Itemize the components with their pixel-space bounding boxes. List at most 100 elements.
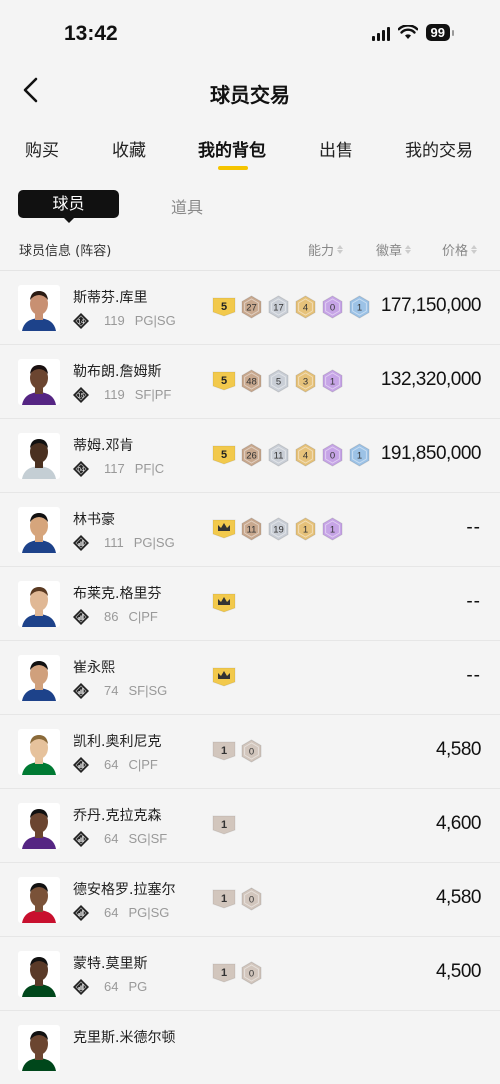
player-name: 蒂姆.邓肯 — [73, 438, 134, 454]
skill-badge-value: 48 — [246, 377, 257, 388]
skill-badge-value: 3 — [303, 377, 308, 388]
skill-badge-value: 0 — [330, 451, 335, 462]
skill-badge: 17 — [267, 295, 290, 323]
level-badge-value: 1 — [221, 967, 227, 979]
level-badge: 1 — [212, 887, 236, 915]
skill-badge-value: 1 — [303, 525, 308, 536]
tab-my-trades[interactable]: 我的交易 — [405, 136, 473, 161]
skill-badge: 4 — [294, 443, 317, 471]
level-badge: 1 — [212, 813, 236, 839]
status-bar: 13:42 99 — [0, 0, 500, 64]
player-meta: 119 PG|SG — [104, 313, 176, 328]
tier-badge-icon: 15 — [73, 387, 89, 403]
tier-badge-icon — [73, 905, 89, 921]
tab-favorites[interactable]: 收藏 — [112, 136, 146, 161]
tier-number: 14 — [78, 320, 85, 326]
tab-buy[interactable]: 购买 — [25, 136, 59, 161]
nav-bar: 球员交易 — [0, 64, 500, 118]
player-position: PG|SG — [128, 905, 170, 920]
player-row[interactable]: 克里斯.米德尔顿 — [0, 1011, 500, 1084]
status-icons: 99 — [371, 24, 454, 41]
active-tab-indicator — [218, 166, 248, 170]
player-row[interactable]: 德安格罗.拉塞尔 64 PG|SG 1 0 4,580 — [0, 863, 500, 937]
player-position: PF|C — [134, 461, 165, 476]
player-name: 崔永熙 — [73, 660, 115, 676]
skill-badge-value: 17 — [273, 303, 284, 314]
skill-badge-value: 0 — [249, 895, 254, 906]
player-price: 177,150,000 — [380, 295, 482, 316]
player-row[interactable]: 勒布朗.詹姆斯 15 119 SF|PF 5 48 5 3 1 132,320,… — [0, 345, 500, 419]
player-name: 勒布朗.詹姆斯 — [73, 364, 162, 380]
skill-badge-value: 1 — [357, 451, 362, 462]
sort-price[interactable]: 价格 — [442, 240, 478, 259]
player-rating: 119 — [104, 387, 125, 402]
skill-badge-value: 4 — [303, 451, 308, 462]
skill-badge-value: 1 — [330, 377, 335, 388]
player-name: 凯利.奥利尼克 — [73, 734, 162, 750]
player-rating: 64 — [104, 979, 119, 994]
player-row[interactable]: 崔永熙 74 SF|SG -- — [0, 641, 500, 715]
player-name: 布莱克.格里芬 — [73, 586, 162, 602]
player-avatar — [18, 803, 60, 849]
player-rating: 119 — [104, 313, 125, 328]
skill-badge: 1 — [321, 369, 344, 397]
column-badge: 徽章 — [376, 244, 403, 259]
badge-list: 5 48 5 3 1 — [212, 369, 344, 397]
column-ability: 能力 — [308, 244, 335, 259]
skill-badge: 0 — [240, 887, 263, 915]
sort-ability[interactable]: 能力 — [308, 240, 344, 259]
skill-badge: 5 — [267, 369, 290, 397]
tier-badge-icon: 14 — [73, 313, 89, 329]
player-row[interactable]: 林书豪 111 PG|SG 11 19 1 1 -- — [0, 493, 500, 567]
player-price: 4,600 — [435, 813, 482, 834]
tier-badge-icon — [73, 757, 89, 773]
player-price: 132,320,000 — [380, 369, 482, 390]
player-row[interactable]: 斯蒂芬.库里 14 119 PG|SG 5 27 17 4 0 1 177,15… — [0, 271, 500, 345]
player-avatar — [18, 655, 60, 701]
player-meta: 64 PG|SG — [104, 905, 169, 920]
player-row[interactable]: 布莱克.格里芬 86 C|PF -- — [0, 567, 500, 641]
player-price: -- — [466, 665, 481, 686]
skill-badge-value: 1 — [357, 303, 362, 314]
skill-badge-value: 11 — [274, 451, 284, 462]
skill-badge: 19 — [267, 517, 290, 545]
column-player-info: 球员信息 (阵容) — [19, 244, 112, 259]
player-avatar — [18, 507, 60, 553]
sort-icon — [337, 245, 344, 254]
signal-icon — [371, 25, 390, 41]
player-row[interactable]: 凯利.奥利尼克 64 C|PF 1 0 4,580 — [0, 715, 500, 789]
player-name: 克里斯.米德尔顿 — [73, 1030, 176, 1046]
player-position: PG|SG — [133, 535, 175, 550]
sort-badge[interactable]: 徽章 — [376, 240, 412, 259]
player-rating: 64 — [104, 757, 119, 772]
skill-badge-value: 26 — [246, 451, 257, 462]
skill-badge: 0 — [321, 295, 344, 323]
tier-badge-icon — [73, 979, 89, 995]
crown-badge-icon — [212, 665, 236, 691]
player-row[interactable]: 蒙特.莫里斯 64 PG 1 0 4,500 — [0, 937, 500, 1011]
skill-badge-value: 4 — [303, 303, 308, 314]
player-meta: 64 SG|SF — [104, 831, 167, 846]
player-row[interactable]: 乔丹.克拉克森 64 SG|SF 1 4,600 — [0, 789, 500, 863]
subtab-players[interactable]: 球员 — [18, 190, 119, 218]
player-avatar — [18, 951, 60, 997]
player-position: C|PF — [128, 757, 158, 772]
skill-badge-value: 5 — [276, 377, 281, 388]
player-avatar — [18, 1025, 60, 1071]
player-meta: 64 PG — [104, 979, 147, 994]
tab-sell[interactable]: 出售 — [319, 136, 353, 161]
player-price: 4,500 — [435, 961, 482, 982]
tier-number: 04 — [78, 468, 85, 474]
player-meta: 119 SF|PF — [104, 387, 171, 402]
player-name: 斯蒂芬.库里 — [73, 290, 148, 306]
subtab-items[interactable]: 道具 — [171, 194, 203, 218]
level-badge-value: 1 — [221, 893, 227, 905]
skill-badge-value: 0 — [330, 303, 335, 314]
player-meta: 64 C|PF — [104, 757, 158, 772]
player-row[interactable]: 蒂姆.邓肯 04 117 PF|C 5 26 11 4 0 1 191,850,… — [0, 419, 500, 493]
player-position: PG|SG — [134, 313, 176, 328]
tab-my-backpack[interactable]: 我的背包 — [198, 136, 266, 161]
battery-icon — [452, 29, 454, 36]
battery-level: 99 — [425, 24, 450, 41]
badge-list: 1 0 — [212, 739, 263, 767]
